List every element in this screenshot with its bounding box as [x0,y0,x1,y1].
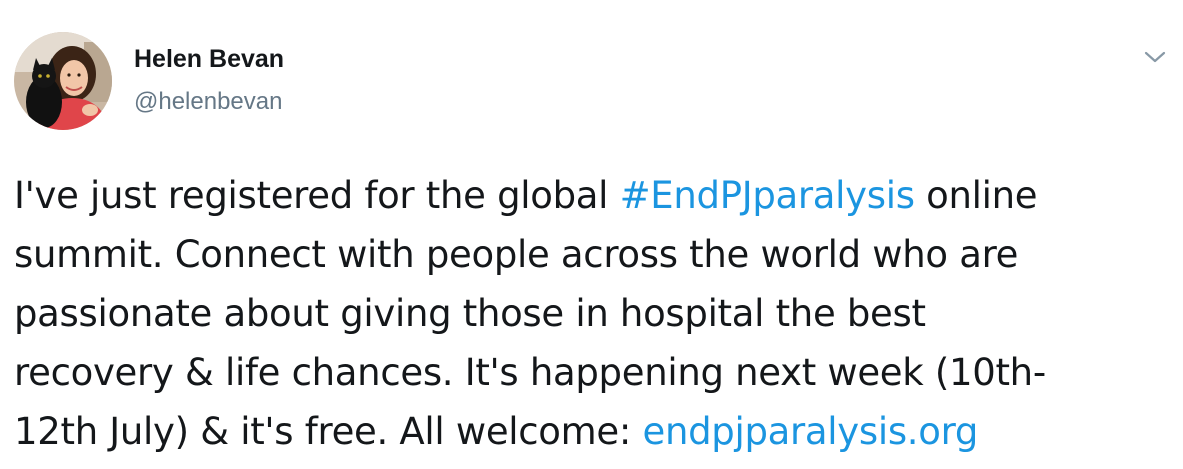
text-segment: summit. Connect with people across the w… [14,233,1019,276]
text-segment: passionate about giving those in hospita… [14,292,926,335]
tweet-text-line: I've just registered for the global #End… [14,166,1174,225]
avatar[interactable] [14,32,112,130]
author-name[interactable]: Helen Bevan [134,45,284,74]
text-segment: recovery & life chances. It's happening … [14,351,1046,394]
tweet-text-line: recovery & life chances. It's happening … [14,343,1174,402]
tweet-text-line: passionate about giving those in hospita… [14,284,1174,343]
tweet-card: Helen Bevan @helenbevan I've just regist… [0,0,1183,469]
tweet-text: I've just registered for the global #End… [14,166,1174,461]
text-segment: online [914,174,1038,217]
text-segment: 12th July) & it's free. All welcome: [14,410,643,453]
tweet-text-line: 12th July) & it's free. All welcome: end… [14,402,1174,461]
hashtag-link[interactable]: #EndPJparalysis [620,174,915,217]
url-link[interactable]: endpjparalysis.org [642,410,978,453]
tweet-text-line: summit. Connect with people across the w… [14,225,1174,284]
chevron-down-icon[interactable] [1140,44,1170,70]
text-segment: I've just registered for the global [14,174,620,217]
author-handle[interactable]: @helenbevan [134,88,282,116]
avatar-photo [14,32,112,130]
